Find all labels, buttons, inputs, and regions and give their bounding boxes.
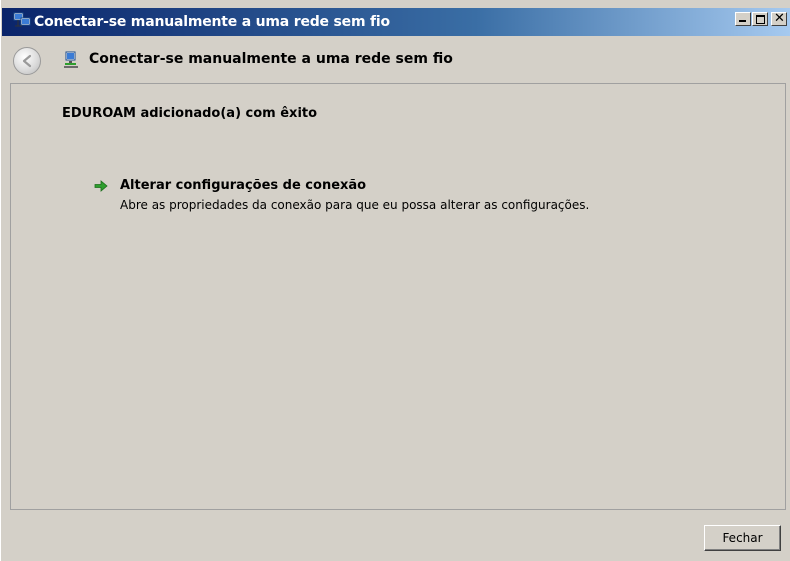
back-arrow-icon [22,54,32,68]
wizard-window: Conectar-se manualmente a uma rede sem f… [0,0,790,561]
success-message: EDUROAM adicionado(a) com êxito [62,106,318,121]
back-button[interactable] [13,47,41,75]
close-window-button[interactable]: ✕ [771,11,787,26]
content-panel [10,83,786,510]
green-arrow-icon [94,180,108,192]
maximize-button[interactable] [752,12,768,26]
minimize-button[interactable] [735,12,751,26]
page-title: Conectar-se manualmente a uma rede sem f… [89,51,453,67]
close-button[interactable]: Fechar [704,525,781,551]
change-settings-link[interactable]: Alterar configurações de conexão Abre as… [93,178,693,218]
footer [2,511,790,561]
network-icon [13,12,31,27]
network-icon [64,51,78,68]
window-title: Conectar-se manualmente a uma rede sem f… [34,14,390,30]
link-description: Abre as propriedades da conexão para que… [120,198,590,212]
close-icon: ✕ [774,11,785,26]
link-title[interactable]: Alterar configurações de conexão [120,178,366,193]
